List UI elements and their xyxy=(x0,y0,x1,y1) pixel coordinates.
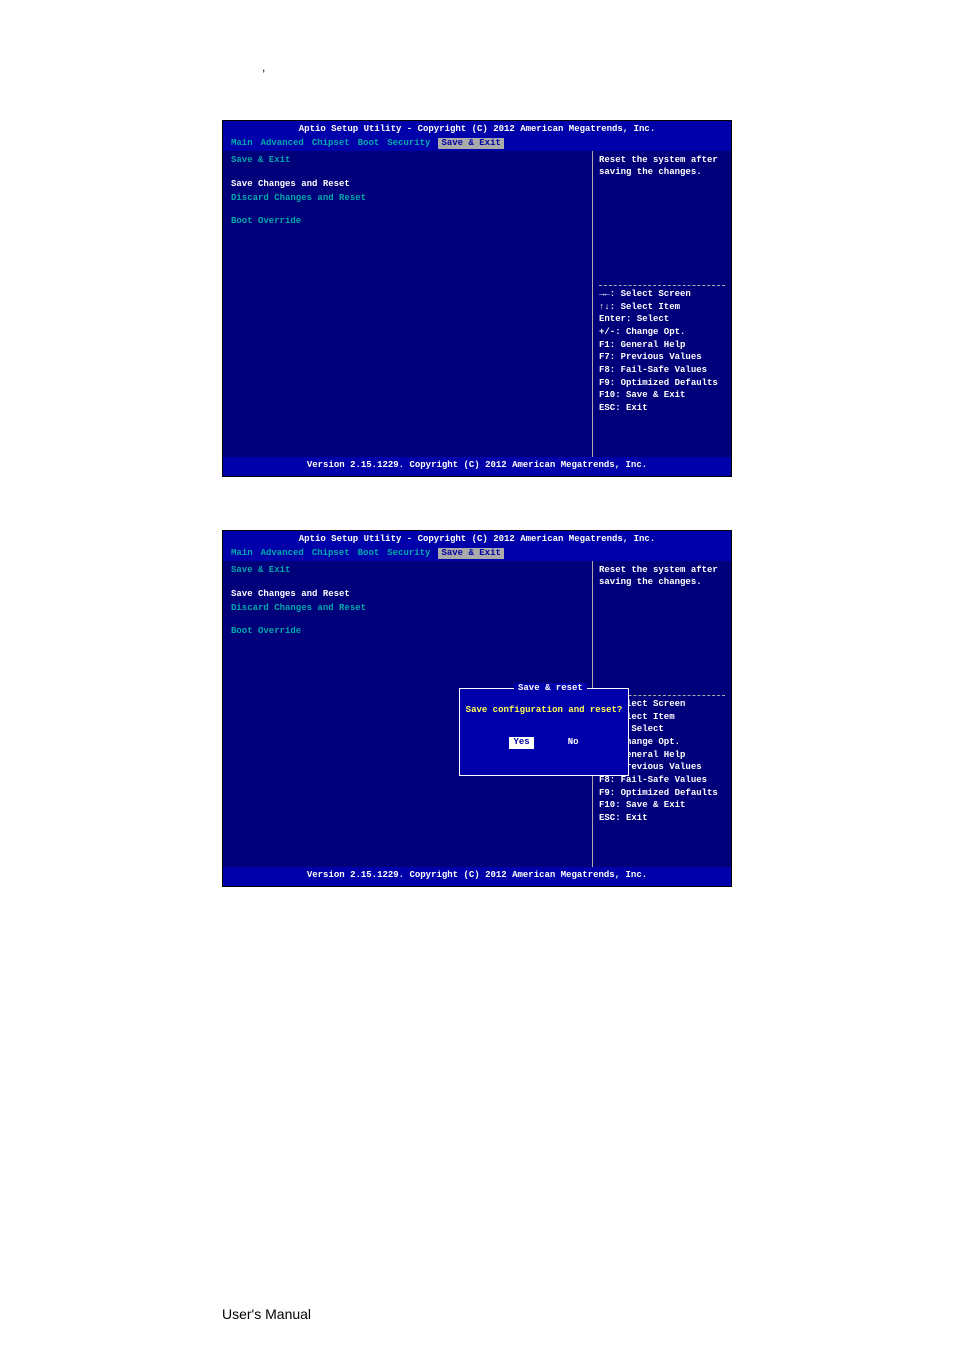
item-description-2: Reset the system after saving the change… xyxy=(599,565,725,588)
bios-footer-2: Version 2.15.1229. Copyright (C) 2012 Am… xyxy=(223,867,731,885)
item-discard-changes-reset-2[interactable]: Discard Changes and Reset xyxy=(231,603,584,615)
item-boot-override: Boot Override xyxy=(231,216,584,228)
menu-save-exit-2[interactable]: Save & Exit xyxy=(438,548,503,560)
bios-menubar: Main Advanced Chipset Boot Security Save… xyxy=(223,137,731,152)
menu-boot-2[interactable]: Boot xyxy=(358,548,380,560)
menu-chipset-2[interactable]: Chipset xyxy=(312,548,350,560)
menu-security[interactable]: Security xyxy=(387,138,430,150)
dialog-yes-button[interactable]: Yes xyxy=(509,737,533,749)
menu-advanced[interactable]: Advanced xyxy=(261,138,304,150)
section-title-2: Save & Exit xyxy=(231,565,584,577)
item-boot-override-2: Boot Override xyxy=(231,626,584,638)
menu-chipset[interactable]: Chipset xyxy=(312,138,350,150)
help-enter-select: Enter: Select xyxy=(599,314,725,326)
right-pane: Reset the system after saving the change… xyxy=(593,151,731,457)
help-select-item: ↑↓: Select Item xyxy=(599,302,725,314)
item-save-changes-reset[interactable]: Save Changes and Reset xyxy=(231,179,584,191)
section-title: Save & Exit xyxy=(231,155,584,167)
help-f7: F7: Previous Values xyxy=(599,352,725,364)
bios-header: Aptio Setup Utility - Copyright (C) 2012… xyxy=(223,121,731,137)
help-f10-2: F10: Save & Exit xyxy=(599,800,725,812)
item-save-changes-reset-2[interactable]: Save Changes and Reset xyxy=(231,589,584,601)
menu-save-exit[interactable]: Save & Exit xyxy=(438,138,503,150)
save-reset-dialog: Save & reset Save configuration and rese… xyxy=(459,688,629,776)
help-esc: ESC: Exit xyxy=(599,403,725,415)
help-select-screen: →←: Select Screen xyxy=(599,289,725,301)
dialog-title: Save & reset xyxy=(514,683,587,695)
users-manual-label: User's Manual xyxy=(222,1306,311,1322)
dialog-no-button[interactable]: No xyxy=(568,737,579,749)
help-f9-2: F9: Optimized Defaults xyxy=(599,788,725,800)
dialog-text: Save configuration and reset? xyxy=(460,705,628,717)
bios-header-2: Aptio Setup Utility - Copyright (C) 2012… xyxy=(223,531,731,547)
help-change-opt: +/-: Change Opt. xyxy=(599,327,725,339)
menu-main[interactable]: Main xyxy=(231,138,253,150)
help-f9: F9: Optimized Defaults xyxy=(599,378,725,390)
left-pane-2: Save & Exit Save Changes and Reset Disca… xyxy=(223,561,593,867)
menu-boot[interactable]: Boot xyxy=(358,138,380,150)
help-f1: F1: General Help xyxy=(599,340,725,352)
bios-menubar-2: Main Advanced Chipset Boot Security Save… xyxy=(223,547,731,562)
help-f10: F10: Save & Exit xyxy=(599,390,725,402)
help-f8-2: F8: Fail-Safe Values xyxy=(599,775,725,787)
stray-comma: , xyxy=(262,60,265,74)
bios-footer: Version 2.15.1229. Copyright (C) 2012 Am… xyxy=(223,457,731,475)
bios-screenshot-1: Aptio Setup Utility - Copyright (C) 2012… xyxy=(222,120,732,477)
item-discard-changes-reset[interactable]: Discard Changes and Reset xyxy=(231,193,584,205)
help-keys: →←: Select Screen ↑↓: Select Item Enter:… xyxy=(599,285,725,453)
menu-main-2[interactable]: Main xyxy=(231,548,253,560)
menu-advanced-2[interactable]: Advanced xyxy=(261,548,304,560)
help-esc-2: ESC: Exit xyxy=(599,813,725,825)
menu-security-2[interactable]: Security xyxy=(387,548,430,560)
help-f8: F8: Fail-Safe Values xyxy=(599,365,725,377)
item-description: Reset the system after saving the change… xyxy=(599,155,725,178)
bios-screenshot-2: Aptio Setup Utility - Copyright (C) 2012… xyxy=(222,530,732,887)
left-pane: Save & Exit Save Changes and Reset Disca… xyxy=(223,151,593,457)
